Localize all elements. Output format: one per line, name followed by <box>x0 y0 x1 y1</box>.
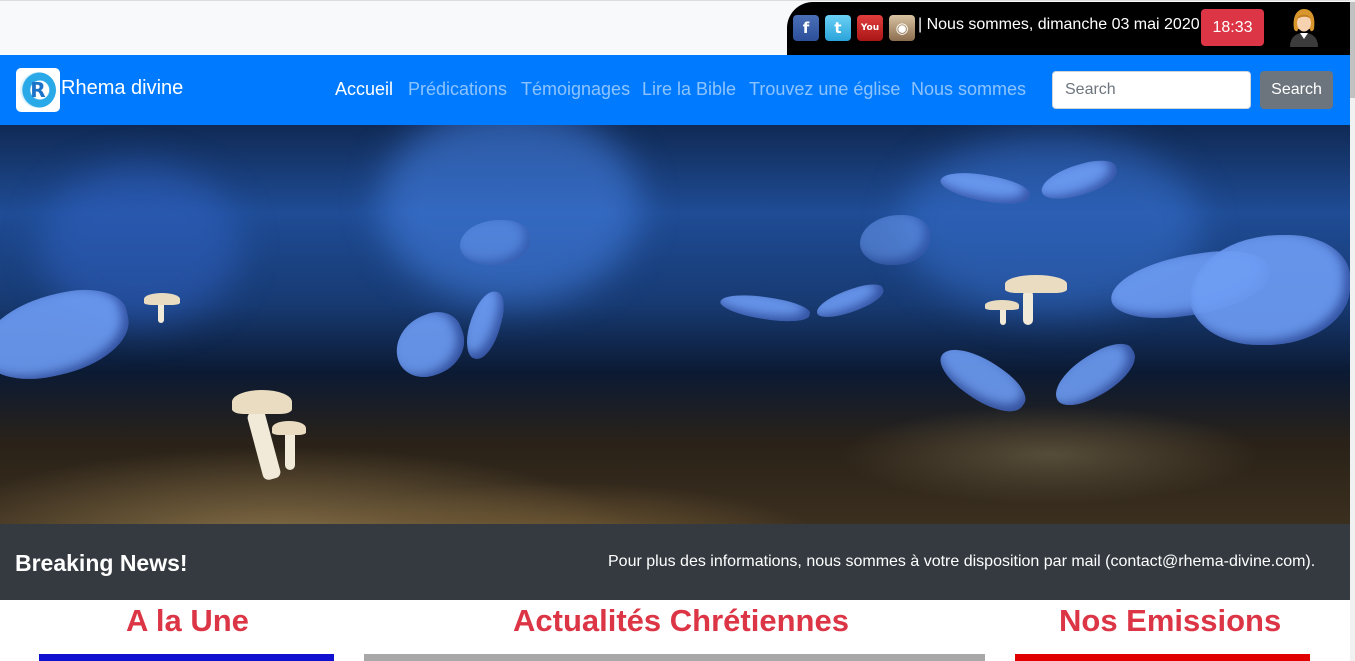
section-title-emissions: Nos Emissions <box>1059 603 1282 638</box>
logo-letter: R <box>30 78 46 102</box>
hero-image <box>0 125 1350 524</box>
section-bar-actualites <box>364 654 985 661</box>
nav-link-lire-la-bible[interactable]: Lire la Bible <box>642 79 736 100</box>
search-button[interactable]: Search <box>1260 71 1333 109</box>
brand-logo-icon[interactable]: R <box>16 68 60 112</box>
section-title-a-la-une: A la Une <box>126 603 249 638</box>
facebook-icon[interactable]: f <box>793 15 819 41</box>
nav-link-nous-sommes[interactable]: Nous sommes <box>911 79 1026 100</box>
section-bar-emissions <box>1015 654 1310 661</box>
user-avatar-icon[interactable] <box>1286 7 1322 47</box>
nav-link-trouvez-une-eglise[interactable]: Trouvez une église <box>749 79 900 100</box>
time-badge: 18:33 <box>1201 9 1264 46</box>
breaking-news-title: Breaking News! <box>15 550 188 576</box>
section-title-actualites: Actualités Chrétiennes <box>513 603 849 638</box>
instagram-icon[interactable]: ◉ <box>889 15 915 41</box>
youtube-icon[interactable]: You <box>857 15 883 41</box>
breaking-news-text: Pour plus des informations, nous sommes … <box>608 553 1316 570</box>
nav-link-accueil[interactable]: Accueil <box>335 79 393 100</box>
nav-link-temoignages[interactable]: Témoignages <box>521 79 630 100</box>
page-scrollbar[interactable] <box>1350 0 1355 661</box>
current-date: | Nous sommes, dimanche 03 mai 2020 <box>918 16 1200 33</box>
scrollbar-thumb[interactable] <box>1350 2 1355 98</box>
nav-link-predications[interactable]: Prédications <box>408 79 507 100</box>
brand-name[interactable]: Rhema divine <box>61 77 183 100</box>
search-input[interactable] <box>1052 71 1251 109</box>
section-bar-a-la-une <box>39 654 334 661</box>
twitter-icon[interactable]: t <box>825 15 851 41</box>
